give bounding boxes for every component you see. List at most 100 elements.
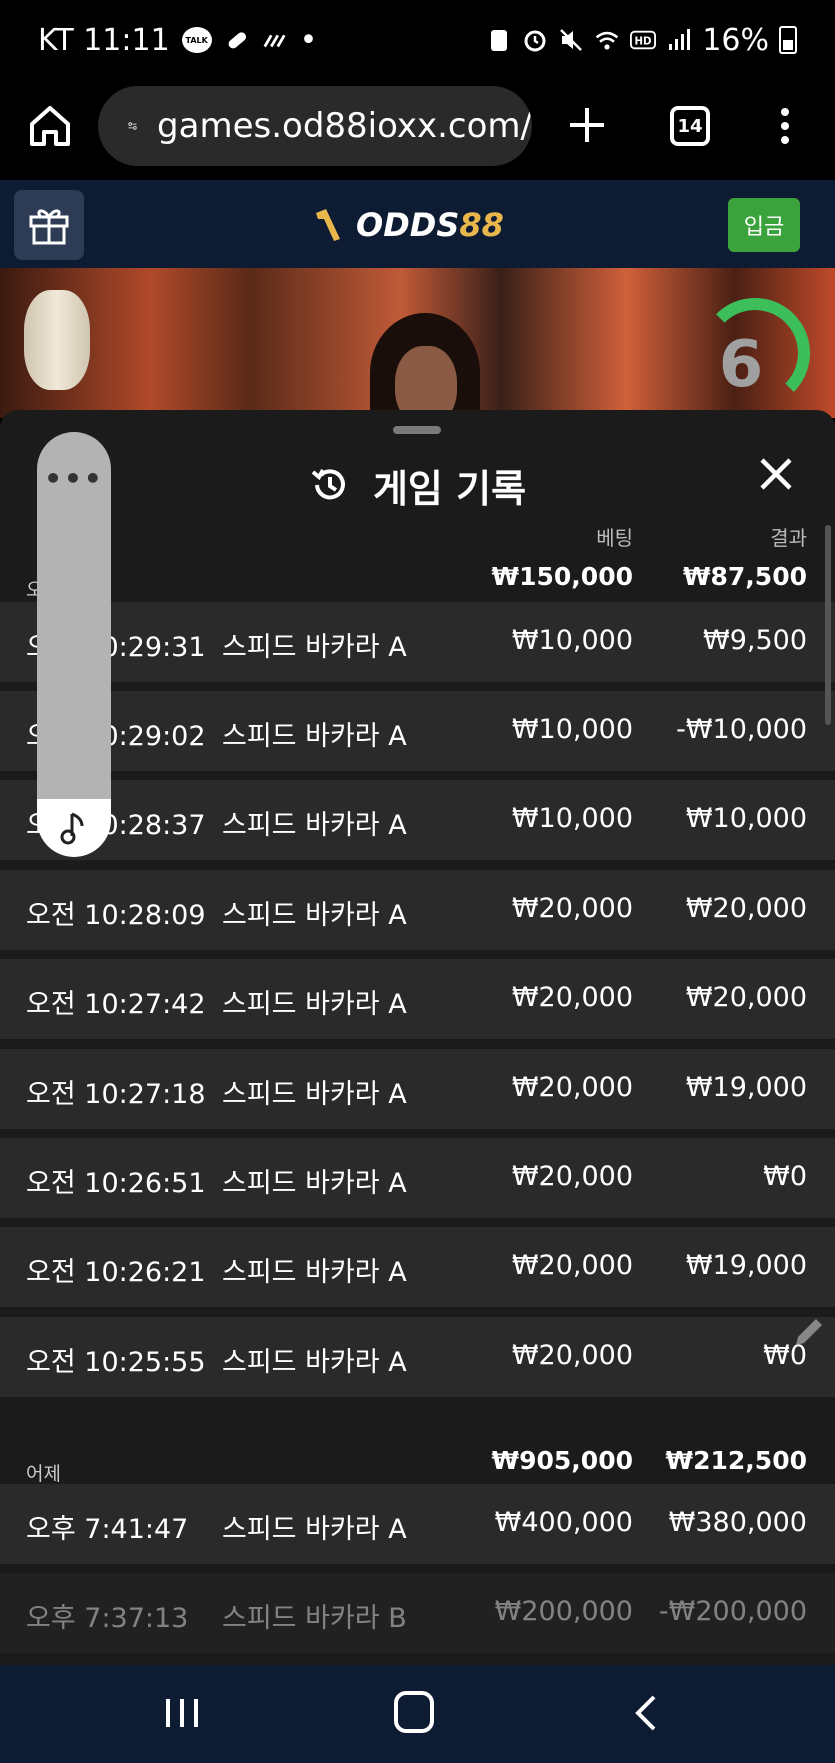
row-time: 오전 10:28:09 bbox=[26, 900, 206, 931]
history-row[interactable]: 오전 10:26:51 스피드 바카라 A ₩20,000 ₩0 bbox=[0, 1138, 835, 1218]
row-time: 오전 10:26:51 bbox=[26, 1168, 206, 1199]
gift-icon bbox=[29, 209, 69, 245]
summary-result-total: ₩212,500 bbox=[665, 1446, 807, 1475]
row-bet: ₩400,000 bbox=[494, 1507, 633, 1538]
tab-switcher-button[interactable]: 14 bbox=[670, 106, 710, 146]
status-right: HD 16% bbox=[486, 20, 797, 60]
stripes-icon bbox=[262, 27, 288, 53]
row-bet: ₩20,000 bbox=[511, 893, 633, 924]
column-header-bet: 베팅 bbox=[596, 526, 633, 550]
odds88-logo[interactable]: ODDS 88 bbox=[310, 200, 504, 250]
row-game: 스피드 바카라 A bbox=[222, 900, 407, 931]
browser-toolbar: games.od88ioxx.com/ 14 bbox=[0, 80, 835, 180]
recent-apps-icon bbox=[166, 1699, 198, 1727]
url-text[interactable]: games.od88ioxx.com/ bbox=[157, 106, 532, 146]
row-result: ₩19,000 bbox=[685, 1072, 807, 1103]
history-icon bbox=[311, 469, 345, 500]
row-bet: ₩20,000 bbox=[511, 1072, 633, 1103]
row-result: ₩20,000 bbox=[685, 893, 807, 924]
row-game: 스피드 바카라 B bbox=[222, 1603, 407, 1634]
row-game: 스피드 바카라 A bbox=[222, 1347, 407, 1378]
back-button[interactable] bbox=[630, 1693, 660, 1733]
row-result: ₩380,000 bbox=[668, 1507, 807, 1538]
widget-menu[interactable]: ••• bbox=[37, 462, 111, 495]
row-game: 스피드 바카라 A bbox=[222, 1257, 407, 1288]
history-row[interactable]: 오전 10:29:31 스피드 바카라 A ₩10,000 ₩9,500 bbox=[0, 602, 835, 682]
site-header: ODDS 88 입금 bbox=[0, 180, 835, 268]
scrollbar-thumb[interactable] bbox=[825, 525, 831, 725]
history-row[interactable]: 오후 7:41:47 스피드 바카라 A ₩400,000 ₩380,000 bbox=[0, 1484, 835, 1564]
summary-bet-total: ₩905,000 bbox=[491, 1446, 633, 1475]
row-game: 스피드 바카라 A bbox=[222, 1514, 407, 1545]
row-time: 오후 7:41:47 bbox=[26, 1514, 189, 1545]
row-time: 오후 7:37:13 bbox=[26, 1603, 189, 1634]
browser-menu-button[interactable] bbox=[770, 106, 800, 146]
row-game: 스피드 바카라 A bbox=[222, 989, 407, 1020]
status-bar: KT 11:11 TALK • HD 16% bbox=[0, 0, 835, 80]
summary-result-total: ₩87,500 bbox=[682, 562, 807, 591]
row-bet: ₩20,000 bbox=[511, 1161, 633, 1192]
panel-title: 게임 기록 bbox=[372, 466, 527, 511]
lantern-decor bbox=[24, 290, 90, 390]
signal-icon bbox=[666, 27, 692, 53]
recent-apps-button[interactable] bbox=[162, 1693, 202, 1733]
history-row[interactable]: 오전 10:29:02 스피드 바카라 A ₩10,000 -₩10,000 bbox=[0, 691, 835, 771]
floating-media-widget[interactable]: ••• bbox=[37, 432, 111, 857]
row-result: ₩0 bbox=[763, 1161, 807, 1192]
back-chevron-icon bbox=[635, 1695, 656, 1731]
summary-day-label: 어제 bbox=[26, 1463, 61, 1485]
logo-text-odds: ODDS bbox=[356, 206, 460, 244]
row-bet: ₩20,000 bbox=[511, 1250, 633, 1281]
drag-handle[interactable] bbox=[393, 426, 441, 434]
live-video[interactable]: 6 bbox=[0, 268, 835, 418]
panel-header: 게임 기록 bbox=[0, 450, 835, 520]
history-row[interactable]: 오전 10:28:37 스피드 바카라 A ₩10,000 ₩10,000 bbox=[0, 780, 835, 860]
dealer-face bbox=[395, 346, 457, 418]
row-game: 스피드 바카라 A bbox=[222, 632, 407, 663]
pill-icon bbox=[224, 27, 250, 53]
home-icon bbox=[30, 106, 70, 146]
summary-today: 오 ₩150,000 ₩87,500 bbox=[0, 556, 835, 608]
history-row[interactable]: 오전 10:25:55 스피드 바카라 A ₩20,000 ₩0 bbox=[0, 1317, 835, 1397]
history-row[interactable]: 오전 10:28:09 스피드 바카라 A ₩20,000 ₩20,000 bbox=[0, 870, 835, 950]
notification-dot: • bbox=[299, 22, 318, 58]
row-bet: ₩10,000 bbox=[511, 803, 633, 834]
row-result: -₩10,000 bbox=[676, 714, 807, 745]
history-row[interactable]: 오후 7:37:13 스피드 바카라 B ₩200,000 -₩200,000 bbox=[0, 1573, 835, 1653]
row-bet: ₩20,000 bbox=[511, 982, 633, 1013]
row-game: 스피드 바카라 A bbox=[222, 1079, 407, 1110]
svg-text:HD: HD bbox=[635, 37, 652, 48]
battery-saver-icon bbox=[486, 27, 512, 53]
pencil-icon[interactable] bbox=[790, 1315, 826, 1351]
plus-icon bbox=[570, 108, 604, 142]
gift-button[interactable] bbox=[14, 190, 84, 260]
row-result: ₩20,000 bbox=[685, 982, 807, 1013]
row-time: 오전 10:25:55 bbox=[26, 1347, 206, 1378]
history-row[interactable]: 오전 10:27:42 스피드 바카라 A ₩20,000 ₩20,000 bbox=[0, 959, 835, 1039]
history-row[interactable]: 오전 10:26:21 스피드 바카라 A ₩20,000 ₩19,000 bbox=[0, 1227, 835, 1307]
row-time: 오전 10:27:42 bbox=[26, 989, 206, 1020]
home-nav-button[interactable] bbox=[394, 1691, 434, 1733]
battery-percent: 16% bbox=[702, 22, 769, 58]
music-note-icon bbox=[60, 812, 84, 845]
row-result: -₩200,000 bbox=[658, 1596, 807, 1627]
game-history-panel: 게임 기록 베팅 결과 오 ₩150,000 ₩87,500 오전 10:29:… bbox=[0, 410, 835, 1665]
deposit-button[interactable]: 입금 bbox=[728, 198, 800, 252]
kakaotalk-icon: TALK bbox=[181, 27, 212, 53]
row-game: 스피드 바카라 A bbox=[222, 1168, 407, 1199]
more-vertical-icon bbox=[781, 108, 789, 144]
address-bar[interactable]: games.od88ioxx.com/ bbox=[98, 86, 532, 166]
home-button[interactable] bbox=[26, 102, 74, 150]
row-game: 스피드 바카라 A bbox=[222, 810, 407, 841]
row-time: 오전 10:26:21 bbox=[26, 1257, 206, 1288]
new-tab-button[interactable] bbox=[566, 104, 608, 146]
logo-mark-icon bbox=[316, 209, 340, 241]
row-result: ₩10,000 bbox=[685, 803, 807, 834]
mute-icon bbox=[558, 27, 584, 53]
summary-bet-total: ₩150,000 bbox=[491, 562, 633, 591]
row-result: ₩19,000 bbox=[685, 1250, 807, 1281]
row-bet: ₩10,000 bbox=[511, 625, 633, 656]
history-row[interactable]: 오전 10:27:18 스피드 바카라 A ₩20,000 ₩19,000 bbox=[0, 1049, 835, 1129]
close-button[interactable] bbox=[756, 454, 796, 494]
site-settings-icon[interactable] bbox=[128, 111, 137, 141]
